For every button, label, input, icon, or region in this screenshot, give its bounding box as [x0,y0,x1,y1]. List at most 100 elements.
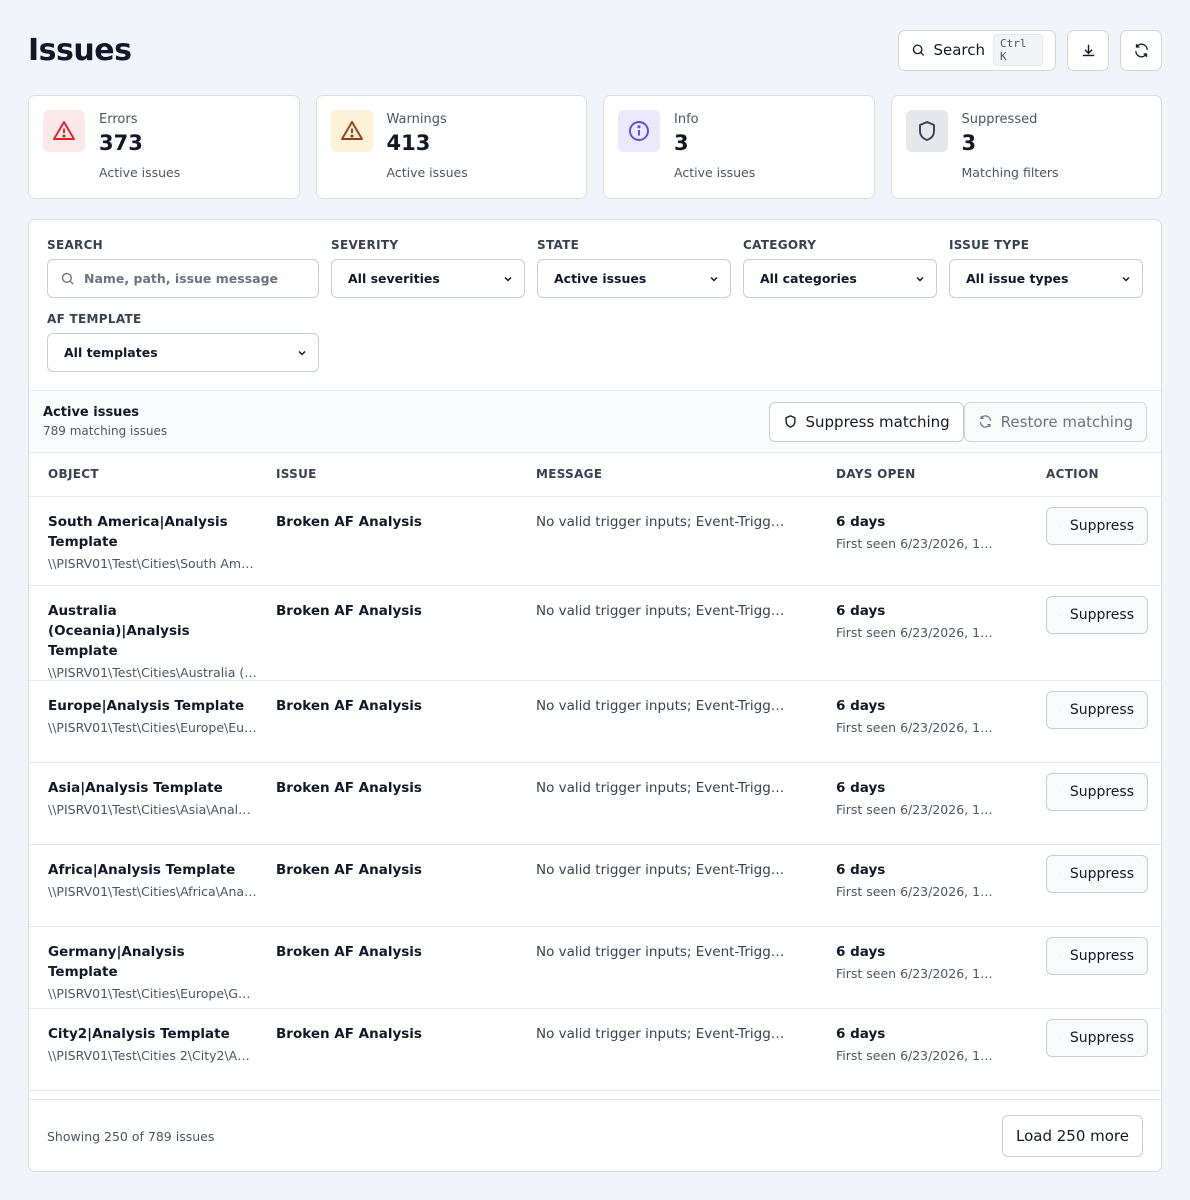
suppress-button[interactable]: Suppress [1046,1018,1148,1057]
refresh-icon [1134,43,1148,57]
load-more-button[interactable]: Load 250 more [1001,1115,1143,1157]
shield-icon [1060,525,1061,526]
object-cell: Africa|Analysis Template \\PISRV01\Test\… [29,844,257,927]
restore-matching-button[interactable]: Restore matching [963,401,1147,442]
object-path: \\PISRV01\Test\Cities\Europe\Germany [48,985,257,1001]
severity-filter: SEVERITY All severities [331,238,525,298]
af-template-select[interactable]: All templates [47,333,319,372]
results-summary-bar: Active issues 789 matching issues Suppre… [29,391,1161,453]
days-open: 6 days [836,513,886,530]
object-name[interactable]: Africa|Analysis Template [48,860,257,880]
download-button[interactable] [1067,29,1109,71]
warnings-card[interactable]: Warnings 413 Active issues [315,95,587,199]
object-name[interactable]: City2|Analysis Template [48,1024,257,1044]
table-row[interactable]: Europe|Analysis Template \\PISRV01\Test\… [29,680,1161,763]
action-cell: Suppress [1027,680,1161,763]
severity-select[interactable]: All severities [331,259,525,298]
object-name[interactable]: Australia (Oceania)|Analysis Template [48,601,257,661]
search-input-placeholder: Name, path, issue message [84,271,278,286]
table-row[interactable]: Australia (Oceania)|Analysis Template \\… [29,585,1161,681]
object-name[interactable]: Germany|Analysis Template [48,942,257,982]
action-cell: Suppress [1027,496,1161,586]
errors-card[interactable]: Errors 373 Active issues [28,95,300,199]
search-icon [61,272,74,285]
table-row[interactable]: Africa|Analysis Template \\PISRV01\Test\… [29,844,1161,927]
object-name[interactable]: Asia|Analysis Template [48,778,257,798]
suppress-button-label: Suppress [1069,517,1134,534]
issue-cell: Broken AF Analysis [257,926,517,1009]
state-select[interactable]: Active issues [537,259,731,298]
refresh-icon [979,415,991,428]
issue-message: No valid trigger inputs; Event-Triggered… [536,513,817,530]
suppress-button[interactable]: Suppress [1046,506,1148,545]
object-cell: Germany|Analysis Template \\PISRV01\Test… [29,926,257,1009]
info-card[interactable]: Info 3 Active issues [603,95,875,199]
first-seen: First seen 6/23/2026, 11:18:00 AM [836,719,1027,735]
object-cell: Australia (Oceania)|Analysis Template \\… [29,585,257,681]
severity-filter-label: SEVERITY [331,238,399,252]
days-open: 6 days [836,697,886,714]
first-seen: First seen 6/23/2026, 11:18:00 AM [836,883,1027,899]
suppress-button-label: Suppress [1069,1029,1134,1046]
days-open: 6 days [836,943,886,960]
issue-cell: Broken AF Analysis [257,496,517,586]
category-select[interactable]: All categories [743,259,937,298]
shield-icon [918,121,935,141]
column-header-object[interactable]: OBJECT [29,453,257,497]
days-open: 6 days [836,602,886,619]
chevron-down-icon [1122,276,1130,282]
info-card-icon-box [618,110,660,152]
object-name[interactable]: South America|Analysis Template [48,512,257,552]
issue-name: Broken AF Analysis [276,513,422,530]
action-cell: Suppress [1027,585,1161,681]
action-cell: Suppress [1027,1008,1161,1091]
object-name[interactable]: Europe|Analysis Template [48,696,257,716]
issue-type-select-value: All issue types [966,271,1069,286]
warnings-card-label: Warnings [386,112,447,127]
issue-cell: Broken AF Analysis [257,844,517,927]
object-cell: City2|Analysis Template \\PISRV01\Test\C… [29,1008,257,1091]
days-open-cell: 6 days First seen 6/23/2026, 11:18:00 AM [817,844,1027,927]
refresh-button[interactable] [1120,29,1162,71]
issue-cell: Broken AF Analysis [257,762,517,845]
suppressed-card-label: Suppressed [961,112,1038,127]
issue-cell: Broken AF Analysis [257,680,517,763]
first-seen: First seen 6/23/2026, 11:18:00 AM [836,965,1027,981]
table-row[interactable]: Germany|Analysis Template \\PISRV01\Test… [29,926,1161,1009]
global-search-button[interactable]: Search Ctrl K [898,29,1056,71]
issues-table-container[interactable]: OBJECT ISSUE MESSAGE DAYS OPEN ACTION So… [29,453,1161,1100]
af-template-filter-label: AF TEMPLATE [47,312,142,326]
days-open-cell: 6 days First seen 6/23/2026, 11:18:00 AM [817,762,1027,845]
issue-message: No valid trigger inputs; Event-Triggered… [536,861,817,878]
suppress-button-label: Suppress [1069,606,1134,623]
first-seen: First seen 6/23/2026, 11:18:00 AM [836,535,1027,551]
shield-icon [1060,709,1061,710]
suppress-button[interactable]: Suppress [1046,772,1148,811]
column-header-issue[interactable]: ISSUE [257,453,517,497]
issue-type-filter-label: ISSUE TYPE [949,238,1030,252]
suppress-matching-button[interactable]: Suppress matching [768,401,964,442]
page-title: Issues [28,32,132,68]
table-row[interactable]: City2|Analysis Template \\PISRV01\Test\C… [29,1008,1161,1091]
days-open: 6 days [836,779,886,796]
column-header-days-open[interactable]: DAYS OPEN [817,453,1027,497]
suppress-button[interactable]: Suppress [1046,854,1148,893]
warning-triangle-icon [53,121,75,140]
table-row[interactable]: Asia|Analysis Template \\PISRV01\Test\Ci… [29,762,1161,845]
table-row-partial [29,1090,1161,1099]
suppress-button[interactable]: Suppress [1046,690,1148,729]
suppress-button[interactable]: Suppress [1046,936,1148,975]
search-input[interactable]: Name, path, issue message [47,259,319,298]
issue-name: Broken AF Analysis [276,943,422,960]
issue-type-select[interactable]: All issue types [949,259,1143,298]
table-row[interactable]: South America|Analysis Template \\PISRV0… [29,496,1161,586]
showing-count: Showing 250 of 789 issues [47,1128,215,1144]
object-path: \\PISRV01\Test\Cities\South America\Anal… [48,555,257,571]
suppressed-card-sub: Matching filters [961,165,1059,180]
column-header-message[interactable]: MESSAGE [517,453,817,497]
search-filter-label: SEARCH [47,238,104,252]
category-filter: CATEGORY All categories [743,238,937,298]
issue-name: Broken AF Analysis [276,697,422,714]
suppressed-card[interactable]: Suppressed 3 Matching filters [890,95,1162,199]
suppress-button[interactable]: Suppress [1046,595,1148,634]
